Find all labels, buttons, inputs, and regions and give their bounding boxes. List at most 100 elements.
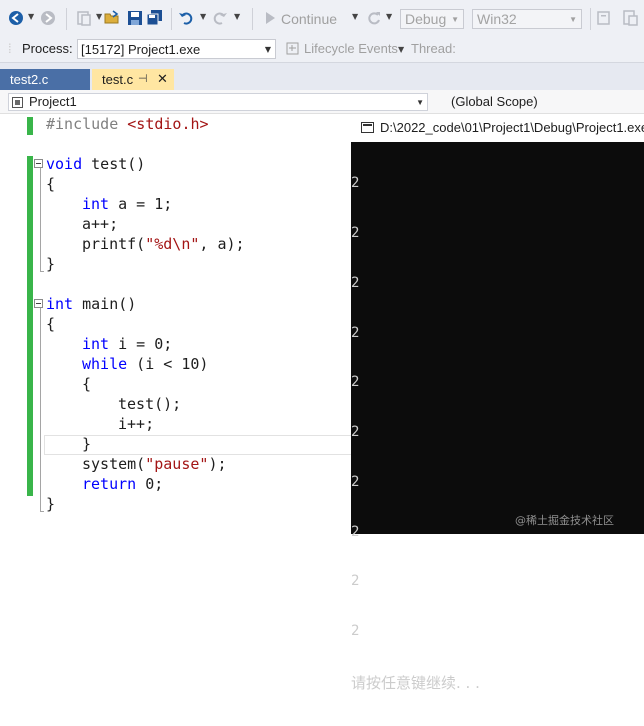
redo-dropdown-icon[interactable]: ▼: [234, 12, 240, 21]
toolbar-separator: [66, 8, 67, 30]
toolbar-separator: [252, 8, 253, 30]
change-marker: [27, 476, 33, 496]
continue-play-icon[interactable]: [262, 10, 278, 26]
code-token: <stdio.h>: [127, 115, 209, 133]
code-line-13: test();: [118, 395, 182, 413]
console-line: 2: [351, 424, 360, 441]
watermark: @稀土掘金技术社区: [515, 514, 614, 527]
change-marker: [27, 117, 33, 135]
nav-back-icon[interactable]: [8, 10, 24, 26]
new-project-icon[interactable]: [76, 10, 92, 26]
console-line: 2: [351, 175, 360, 192]
lifecycle-events-icon[interactable]: [286, 42, 299, 55]
code-line-7: }: [46, 255, 56, 273]
code-line-3: {: [46, 175, 56, 193]
code-line-17: return 0;: [82, 474, 163, 494]
thread-label: Thread:: [411, 41, 456, 56]
code-line-18: }: [46, 495, 56, 513]
toolbar-separator: [171, 8, 172, 30]
code-line-12: {: [82, 375, 92, 393]
code-token: return: [82, 475, 137, 493]
code-token: while: [82, 355, 128, 373]
console-window[interactable]: D:\2022_code\01\Project1\Debug\Project1.…: [351, 114, 644, 692]
code-token: i = 0;: [109, 335, 173, 353]
process-bar: ⁞ Process: [15172] Project1.exe ▼ Lifecy…: [0, 36, 644, 62]
scope-select[interactable]: (Global Scope): [451, 94, 538, 109]
pin-icon[interactable]: ⊣: [138, 72, 148, 85]
project-select[interactable]: Project1 ▼: [8, 93, 428, 111]
solution-explorer-icon[interactable]: [622, 10, 638, 26]
code-token: "pause": [145, 455, 209, 473]
nav-back-dropdown-icon[interactable]: ▼: [28, 12, 34, 21]
tab-test-c[interactable]: test.c ⊣ ✕: [92, 69, 174, 91]
lifecycle-events-button[interactable]: Lifecycle Events: [304, 41, 398, 56]
nav-forward-icon[interactable]: [40, 10, 56, 26]
project-icon: [12, 97, 23, 108]
code-line-9: {: [46, 315, 56, 333]
console-line: 2: [351, 374, 360, 391]
collapse-icon[interactable]: [34, 159, 43, 168]
collapse-icon[interactable]: [34, 299, 43, 308]
code-token: 0;: [136, 475, 164, 493]
console-app-icon: [361, 122, 374, 133]
code-line-4: int a = 1;: [82, 194, 172, 214]
undo-icon[interactable]: [178, 10, 194, 26]
code-token: int: [82, 335, 110, 353]
code-line-15: }: [82, 435, 92, 453]
toolbar-separator: [590, 8, 591, 30]
continue-dropdown-icon[interactable]: ▼: [352, 12, 358, 21]
new-project-dropdown-icon[interactable]: ▼: [96, 12, 102, 21]
code-line-1: #include <stdio.h>: [46, 114, 209, 134]
redo-icon[interactable]: [212, 10, 228, 26]
code-token: a = 1;: [109, 195, 173, 213]
code-line-10: int i = 0;: [82, 334, 172, 354]
restart-icon[interactable]: [366, 10, 382, 26]
console-line: 2: [351, 324, 360, 341]
tab-label: test2.c: [10, 72, 49, 87]
undo-dropdown-icon[interactable]: ▼: [200, 12, 206, 21]
platform-dropdown-icon: ▼: [569, 15, 577, 24]
save-icon[interactable]: [127, 10, 143, 26]
code-token: (i < 10): [127, 355, 209, 373]
continue-button[interactable]: Continue: [281, 11, 337, 27]
process-value: [15172] Project1.exe: [81, 42, 201, 57]
process-select[interactable]: [15172] Project1.exe ▼: [77, 39, 276, 59]
console-titlebar[interactable]: D:\2022_code\01\Project1\Debug\Project1.…: [351, 114, 644, 142]
tab-test2-c[interactable]: test2.c: [0, 69, 90, 91]
project-dropdown-icon: ▼: [416, 98, 424, 107]
code-line-14: i++;: [118, 415, 155, 433]
code-token: );: [208, 455, 227, 473]
code-line-2: void test(): [46, 154, 145, 174]
navigation-bar: Project1 ▼ (Global Scope): [0, 90, 644, 114]
process-label: Process:: [22, 41, 73, 56]
code-token: #include: [46, 115, 119, 133]
document-tabs: test2.c test.c ⊣ ✕: [0, 62, 644, 91]
code-token: int: [82, 195, 110, 213]
config-select[interactable]: Debug ▼: [400, 9, 464, 29]
code-token: "%d\n": [145, 235, 200, 253]
tab-label: test.c: [102, 72, 134, 87]
code-token: system(: [82, 455, 146, 473]
console-line: 2: [351, 623, 360, 640]
change-marker: [27, 156, 33, 476]
console-output: 2 2 2 2 2 2 2 2 2 2 请按任意键继续. . .: [351, 142, 644, 692]
outline-line: [40, 308, 41, 512]
config-value: Debug: [405, 11, 447, 27]
open-file-icon[interactable]: [104, 10, 120, 26]
code-line-5: a++;: [82, 215, 119, 233]
console-title: D:\2022_code\01\Project1\Debug\Project1.…: [380, 120, 644, 135]
code-token: main(): [73, 295, 137, 313]
code-token: printf(: [82, 235, 146, 253]
window-icon[interactable]: [596, 10, 612, 26]
code-token: , a);: [199, 235, 245, 253]
lifecycle-dropdown-icon[interactable]: ▼: [398, 45, 404, 54]
project-value: Project1: [29, 94, 77, 109]
code-token: void: [46, 155, 83, 173]
console-line: 2: [351, 473, 360, 490]
restart-dropdown-icon[interactable]: ▼: [386, 12, 392, 21]
console-line: 2: [351, 224, 360, 241]
close-icon[interactable]: ✕: [157, 71, 168, 87]
platform-select[interactable]: Win32 ▼: [472, 9, 582, 29]
save-all-icon[interactable]: [147, 10, 163, 26]
code-line-8: int main(): [46, 294, 136, 314]
